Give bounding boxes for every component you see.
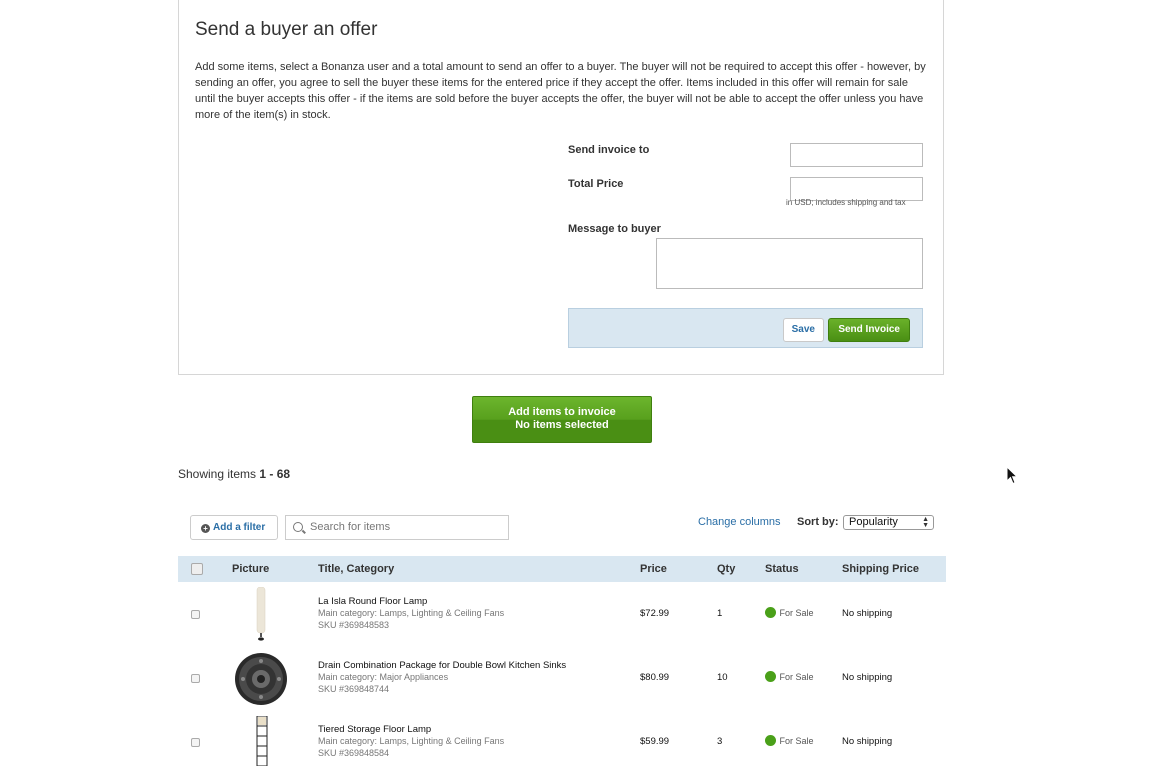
item-category: Main category: Major Appliances (318, 672, 449, 682)
send-offer-panel: Send a buyer an offer Add some items, se… (178, 0, 944, 375)
select-all-checkbox[interactable] (191, 563, 203, 575)
save-button[interactable]: Save (782, 318, 824, 342)
item-thumbnail[interactable] (234, 652, 288, 706)
item-status-label: For Sale (779, 672, 814, 682)
sort-select[interactable]: Popularity ▲ ▼ (843, 515, 934, 530)
item-title[interactable]: La Isla Round Floor Lamp (318, 596, 427, 607)
item-title[interactable]: Tiered Storage Floor Lamp (318, 724, 431, 735)
table-row[interactable]: Tiered Storage Floor Lamp Main category:… (178, 712, 946, 776)
column-header-shipping[interactable]: Shipping Price (842, 563, 919, 575)
item-qty: 10 (717, 672, 728, 683)
mouse-cursor-icon (1006, 465, 1019, 490)
send-invoice-button[interactable]: Send Invoice (828, 318, 910, 342)
offer-description: Add some items, select a Bonanza user an… (195, 61, 926, 121)
row-checkbox[interactable] (191, 674, 200, 683)
item-status-label: For Sale (779, 736, 814, 746)
item-sku: SKU #369848744 (318, 684, 390, 694)
search-input[interactable]: Search for items (285, 515, 509, 540)
item-category: Main category: Lamps, Lighting & Ceiling… (318, 736, 505, 746)
column-header-status[interactable]: Status (765, 563, 799, 575)
item-sku: SKU #369848583 (318, 620, 390, 630)
item-price: $59.99 (640, 736, 670, 747)
item-price: $72.99 (640, 608, 670, 619)
row-checkbox[interactable] (191, 738, 200, 747)
showing-prefix: Showing items (178, 467, 260, 481)
search-icon (293, 522, 303, 532)
column-header-picture[interactable]: Picture (232, 563, 269, 575)
item-category: Main category: Lamps, Lighting & Ceiling… (318, 608, 505, 618)
column-header-qty[interactable]: Qty (717, 563, 735, 575)
column-header-price[interactable]: Price (640, 563, 667, 575)
status-dot-icon (765, 607, 776, 618)
send-invoice-label: Send invoice to (568, 144, 650, 156)
plus-circle-icon: + (201, 524, 210, 533)
offer-title: Send a buyer an offer (195, 19, 378, 40)
total-price-hint: in USD; includes shipping and tax (786, 198, 906, 207)
add-items-label: Add items to invoice (508, 406, 616, 418)
showing-range: 1 - 68 (259, 467, 291, 481)
item-status: For Sale (765, 735, 814, 746)
send-invoice-input[interactable] (790, 143, 923, 167)
item-qty: 3 (717, 736, 723, 747)
column-header-title[interactable]: Title, Category (318, 563, 394, 575)
add-filter-label: Add a filter (213, 522, 266, 533)
item-shipping: No shipping (842, 608, 893, 619)
add-filter-button[interactable]: + Add a filter (190, 515, 278, 540)
item-shipping: No shipping (842, 672, 893, 683)
table-row[interactable]: Drain Combination Package for Double Bow… (178, 648, 946, 712)
search-placeholder: Search for items (310, 521, 391, 533)
item-sku: SKU #369848584 (318, 748, 390, 758)
item-status: For Sale (765, 671, 814, 682)
status-dot-icon (765, 735, 776, 746)
table-row[interactable]: La Isla Round Floor Lamp Main category: … (178, 584, 946, 648)
message-textarea[interactable] (656, 238, 923, 289)
item-price: $80.99 (640, 672, 670, 683)
status-dot-icon (765, 671, 776, 682)
select-arrows-icon: ▲ ▼ (922, 516, 929, 529)
add-items-to-invoice-button[interactable]: Add items to invoice No items selected (472, 396, 652, 443)
sort-by-label: Sort by: (797, 516, 839, 528)
item-status-label: For Sale (779, 608, 814, 618)
showing-items-count: Showing items 1 - 68 (178, 467, 290, 481)
item-qty: 1 (717, 608, 723, 619)
item-shipping: No shipping (842, 736, 893, 747)
message-label: Message to buyer (568, 223, 661, 235)
item-title[interactable]: Drain Combination Package for Double Bow… (318, 660, 566, 671)
items-selected-count: No items selected (515, 419, 609, 431)
table-header: Picture Title, Category Price Qty Status… (178, 556, 946, 582)
item-thumbnail[interactable] (256, 715, 268, 767)
total-price-label: Total Price (568, 178, 624, 190)
sort-select-value: Popularity (849, 516, 898, 528)
change-columns-link[interactable]: Change columns (698, 516, 781, 528)
item-thumbnail[interactable] (256, 586, 266, 641)
offer-action-bar: Save Send Invoice (568, 308, 923, 348)
item-status: For Sale (765, 607, 814, 618)
row-checkbox[interactable] (191, 610, 200, 619)
